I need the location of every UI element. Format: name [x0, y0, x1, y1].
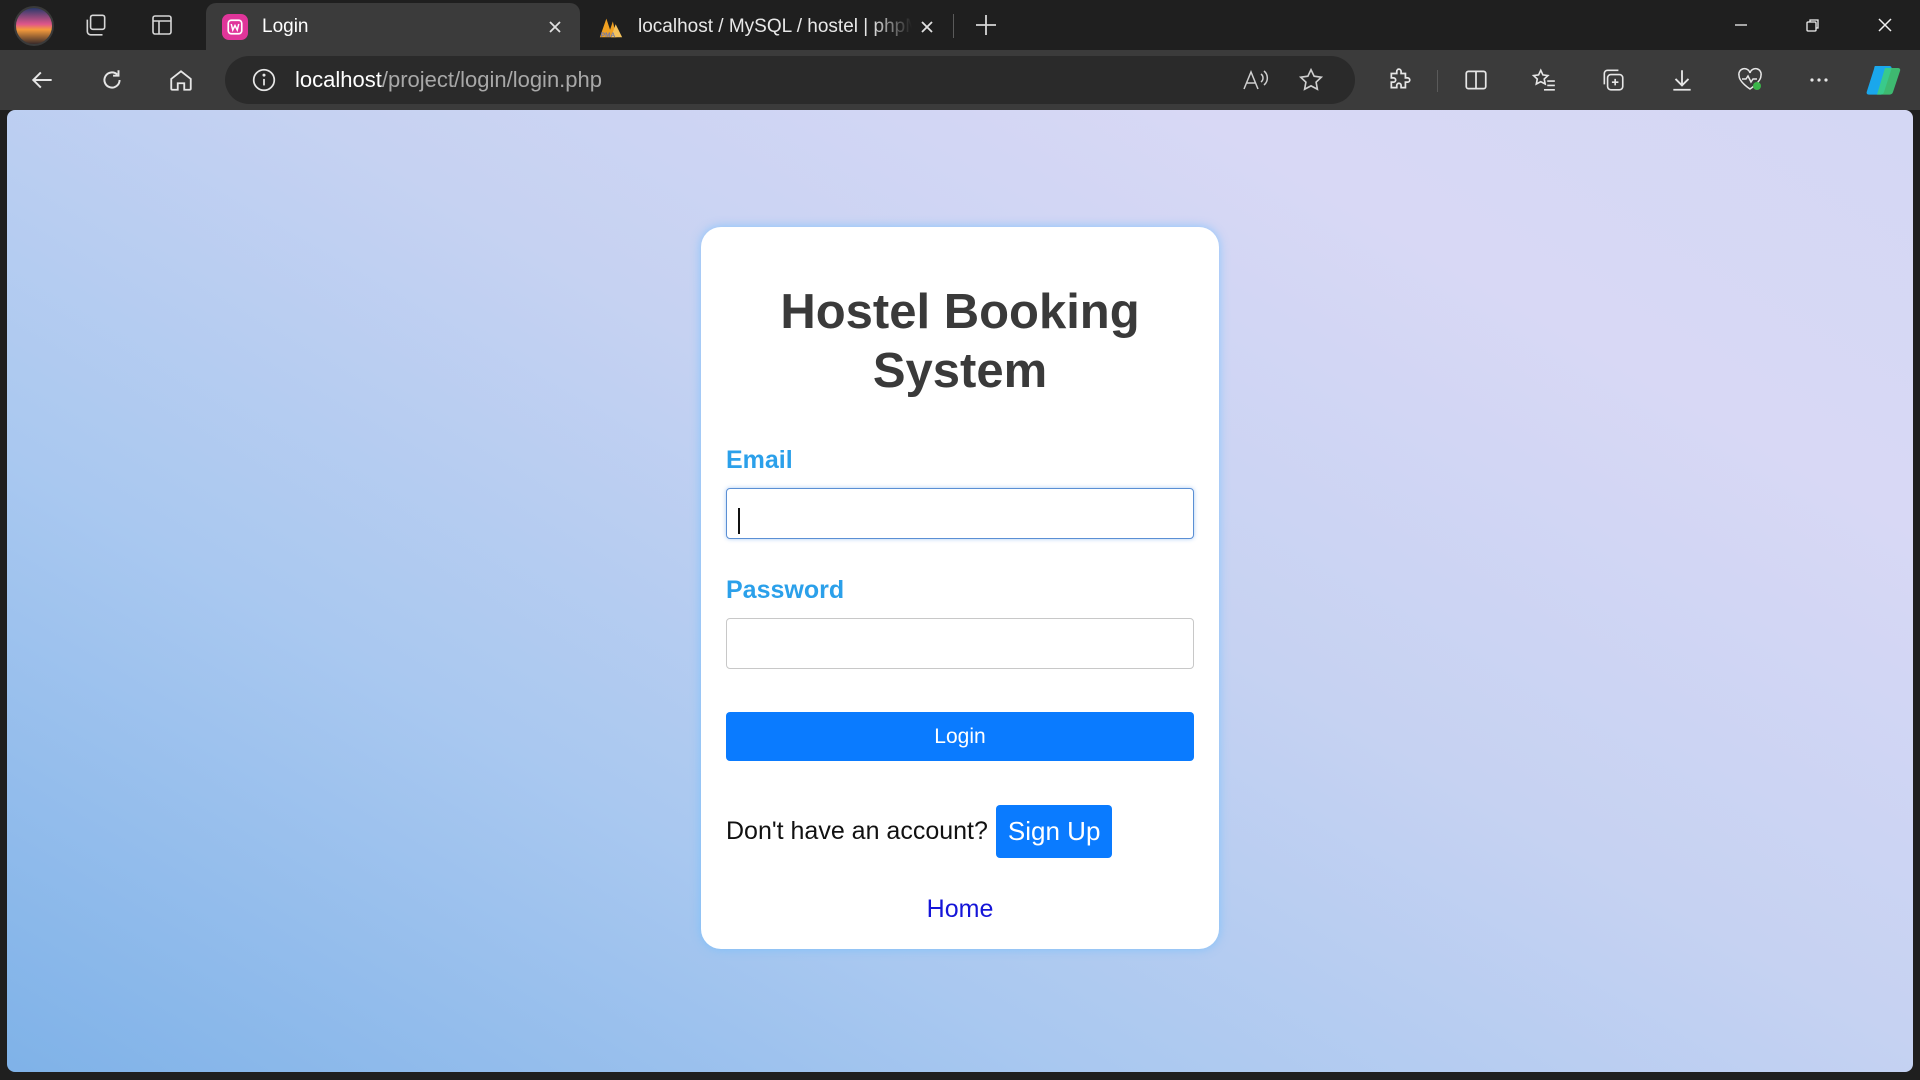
toolbar-divider	[1437, 70, 1438, 92]
window-bottom-edge	[0, 1072, 1920, 1080]
minimize-icon[interactable]	[1706, 0, 1776, 50]
site-favicon-icon	[222, 13, 248, 40]
read-aloud-icon[interactable]	[1235, 60, 1275, 100]
tab-title: localhost / MySQL / hostel | phpMyAdmin	[638, 15, 912, 37]
login-card: Hostel Booking System Email Password Log…	[701, 227, 1219, 949]
email-label: Email	[726, 446, 793, 474]
signup-button[interactable]: Sign Up	[995, 805, 1113, 858]
signup-prompt: Don't have an account?	[726, 817, 988, 845]
password-field[interactable]	[726, 618, 1194, 669]
signup-row: Don't have an account? Sign Up	[726, 805, 1113, 858]
tab-phpmyadmin[interactable]: PMA localhost / MySQL / hostel | phpMyAd…	[582, 3, 952, 50]
email-field[interactable]	[726, 488, 1194, 539]
vertical-tabs-icon[interactable]	[144, 7, 180, 43]
address-url[interactable]: localhost/project/login/login.php	[295, 67, 602, 93]
tab-title: Login	[262, 15, 309, 37]
tab-login[interactable]: Login	[206, 3, 580, 50]
collections-icon[interactable]	[1593, 60, 1633, 100]
copilot-icon[interactable]	[1864, 60, 1904, 100]
favorites-icon[interactable]	[1524, 60, 1564, 100]
svg-text:PMA: PMA	[601, 32, 616, 39]
extensions-icon[interactable]	[1380, 60, 1420, 100]
workspaces-icon[interactable]	[78, 7, 114, 43]
tab-separator	[953, 14, 954, 38]
back-arrow-icon[interactable]	[23, 60, 63, 100]
site-info-icon[interactable]	[247, 63, 281, 97]
text-caret	[738, 508, 740, 534]
downloads-icon[interactable]	[1662, 60, 1702, 100]
new-tab-icon[interactable]	[968, 7, 1004, 43]
address-host: localhost	[295, 67, 382, 92]
page-title: Hostel Booking System	[780, 285, 1140, 398]
phpmyadmin-icon: PMA	[598, 14, 624, 40]
close-tab-icon[interactable]	[912, 12, 942, 42]
refresh-icon[interactable]	[92, 60, 132, 100]
address-bar[interactable]: localhost/project/login/login.php	[225, 56, 1355, 104]
login-button[interactable]: Login	[726, 712, 1194, 761]
more-options-icon[interactable]	[1799, 60, 1839, 100]
close-window-icon[interactable]	[1850, 0, 1920, 50]
browser-toolbar: localhost/project/login/login.php	[0, 50, 1920, 110]
restore-icon[interactable]	[1778, 0, 1848, 50]
profile-avatar[interactable]	[14, 6, 54, 46]
home-link[interactable]: Home	[701, 895, 1219, 924]
address-path: /project/login/login.php	[381, 67, 602, 92]
home-icon[interactable]	[161, 60, 201, 100]
favorite-star-icon[interactable]	[1291, 60, 1331, 100]
password-label: Password	[726, 576, 845, 604]
page-viewport: Hostel Booking System Email Password Log…	[7, 110, 1913, 1072]
split-screen-icon[interactable]	[1456, 60, 1496, 100]
tab-strip: Login PMA localhost / MySQL / hostel | p…	[0, 0, 1920, 50]
close-tab-icon[interactable]	[540, 12, 570, 42]
browser-essentials-icon[interactable]	[1730, 60, 1770, 100]
